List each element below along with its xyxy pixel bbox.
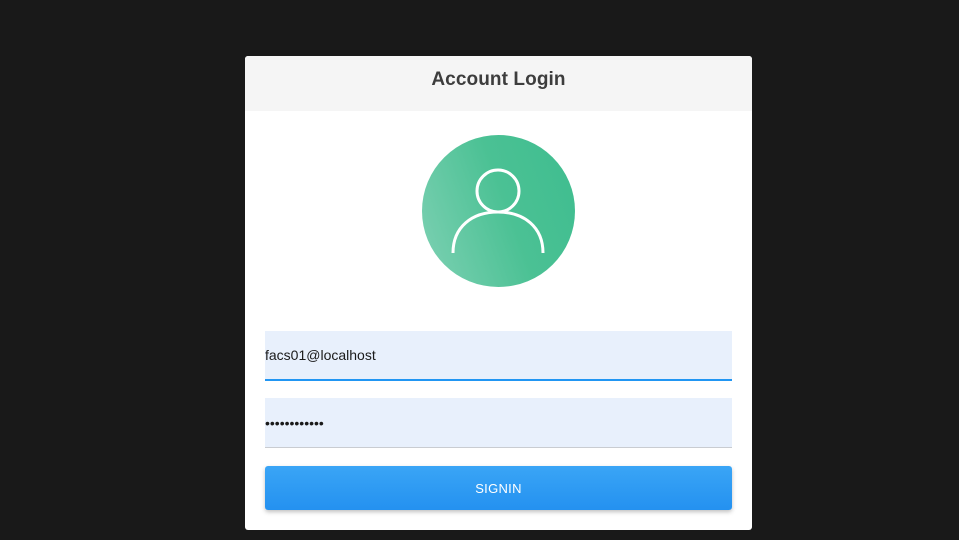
email-field[interactable] — [265, 331, 732, 381]
password-input[interactable] — [265, 398, 732, 447]
page-title: Account Login — [431, 68, 566, 90]
signin-button[interactable]: SIGNIN — [265, 466, 732, 510]
password-field[interactable] — [265, 398, 732, 448]
user-icon — [451, 168, 545, 254]
avatar — [422, 135, 575, 287]
email-input[interactable] — [265, 331, 732, 379]
card-header: Account Login — [245, 56, 752, 111]
login-card: Account Login SIGNIN — [245, 56, 752, 530]
